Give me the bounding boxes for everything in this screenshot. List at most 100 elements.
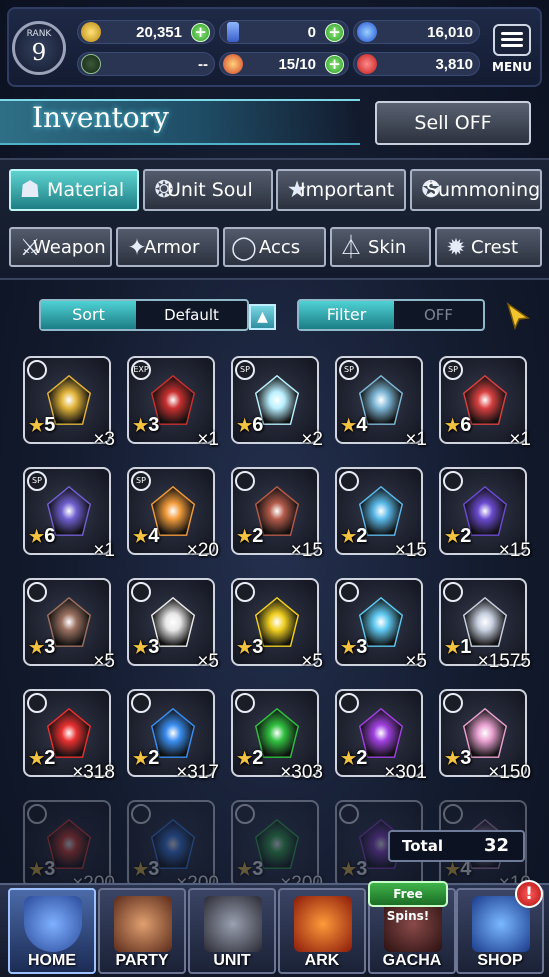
- item-type-badge: [339, 693, 359, 713]
- item-cell[interactable]: SP ★6 ×1: [439, 356, 531, 456]
- rarity-value: 2: [356, 747, 368, 769]
- item-type-badge: [235, 693, 255, 713]
- item-type-badge: [27, 582, 47, 602]
- rarity-value: 6: [460, 414, 472, 436]
- rarity-star-icon: ★: [237, 638, 253, 657]
- rarity-star-icon: ★: [133, 416, 149, 435]
- item-quantity: ×303: [280, 762, 323, 783]
- item-cell[interactable]: ★2 ×15: [335, 467, 427, 567]
- item-cell[interactable]: ★3 ×5: [23, 578, 115, 678]
- item-cell[interactable]: SP ★4 ×1: [335, 356, 427, 456]
- rarity-star-icon: ★: [445, 527, 461, 546]
- item-cell[interactable]: ★2 ×15: [231, 467, 323, 567]
- red-gem-counter: 3,810: [353, 52, 480, 76]
- nav-home[interactable]: HOME: [8, 888, 96, 974]
- item-cell[interactable]: ★1 ×1575: [439, 578, 531, 678]
- filter-value: OFF: [423, 306, 454, 324]
- item-quantity: ×20: [186, 540, 219, 561]
- total-value: 32: [483, 835, 509, 856]
- item-cell[interactable]: EXP ★3 ×1: [127, 356, 219, 456]
- tab-crest[interactable]: ✹ Crest: [435, 227, 542, 267]
- home-crest-icon: [24, 896, 82, 952]
- rank-badge[interactable]: RANK 9: [12, 21, 66, 75]
- item-cell[interactable]: SP ★4 ×20: [127, 467, 219, 567]
- filter-control[interactable]: Filter OFF: [297, 299, 485, 331]
- item-cell[interactable]: ★2 ×318: [23, 689, 115, 789]
- item-cell[interactable]: ★3 ×5: [127, 578, 219, 678]
- item-quantity: ×1: [197, 429, 219, 450]
- hanger-icon: ⏃: [339, 235, 363, 261]
- stamina-icon: [223, 54, 243, 74]
- item-cell[interactable]: ★2 ×317: [127, 689, 219, 789]
- sell-toggle-button[interactable]: Sell OFF: [375, 101, 531, 145]
- red-gem-icon: [357, 54, 377, 74]
- add-gold-button[interactable]: +: [191, 23, 210, 42]
- rarity-star-icon: ★: [237, 527, 253, 546]
- rarity-value: 1: [460, 636, 472, 658]
- rarity-star-icon: ★: [29, 749, 45, 768]
- rarity-star-icon: ★: [445, 749, 461, 768]
- rarity-value: 2: [252, 747, 264, 769]
- tab-skin[interactable]: ⏃ Skin: [330, 227, 431, 267]
- sort-direction-button[interactable]: ▲: [249, 304, 276, 330]
- item-cell[interactable]: ★2 ×303: [231, 689, 323, 789]
- item-cell[interactable]: ★3 ×5: [335, 578, 427, 678]
- rarity-star-icon: ★: [133, 638, 149, 657]
- rarity-value: 2: [148, 747, 160, 769]
- crest-icon: ✹: [446, 235, 466, 261]
- tab-armor[interactable]: ✦ Armor: [116, 227, 219, 267]
- rarity-value: 2: [252, 525, 264, 547]
- item-rarity: ★6: [29, 525, 55, 548]
- rarity-star-icon: ★: [445, 638, 461, 657]
- tab-unit-soul[interactable]: ❂ Unit Soul: [143, 169, 273, 211]
- crystal-value: 0: [307, 24, 316, 41]
- nav-unit[interactable]: UNIT: [188, 888, 276, 974]
- gold-counter: 20,351 +: [77, 20, 215, 44]
- item-quantity: ×317: [176, 762, 219, 783]
- rarity-value: 3: [44, 636, 56, 658]
- rarity-star-icon: ★: [29, 527, 45, 546]
- tab-weapon[interactable]: ⚔ Weapon: [9, 227, 112, 267]
- menu-label[interactable]: MENU: [489, 60, 535, 74]
- tab-summoning[interactable]: ✪ Summoning: [410, 169, 542, 211]
- stamina-value: 15/10: [278, 56, 316, 73]
- stamina-counter: 15/10 +: [219, 52, 349, 76]
- item-rarity: ★3: [341, 636, 367, 659]
- item-cell[interactable]: ★5 ×3: [23, 356, 115, 456]
- item-rarity: ★3: [237, 636, 263, 659]
- item-cell[interactable]: SP ★6 ×2: [231, 356, 323, 456]
- item-rarity: ★3: [237, 858, 263, 881]
- item-rarity: ★3: [133, 636, 159, 659]
- nav-label: SHOP: [477, 952, 523, 969]
- item-cell[interactable]: ★3 ×5: [231, 578, 323, 678]
- item-cell[interactable]: ★2 ×301: [335, 689, 427, 789]
- add-stamina-button[interactable]: +: [325, 55, 344, 74]
- tab-material[interactable]: ☗ Material: [9, 169, 139, 211]
- rarity-value: 3: [44, 858, 56, 880]
- nav-ark[interactable]: ARK: [278, 888, 366, 974]
- rarity-value: 2: [460, 525, 472, 547]
- rank-label: RANK: [26, 29, 52, 39]
- total-count: Total 32: [388, 830, 525, 862]
- rarity-star-icon: ★: [133, 749, 149, 768]
- crystal-icon: [227, 22, 239, 42]
- item-rarity: ★2: [237, 747, 263, 770]
- item-type-badge: SP: [443, 360, 463, 380]
- item-rarity: ★4: [341, 414, 367, 437]
- sort-control[interactable]: Sort Default: [39, 299, 249, 331]
- menu-button[interactable]: [493, 24, 531, 56]
- rarity-value: 6: [252, 414, 264, 436]
- sort-value: Default: [164, 306, 219, 324]
- item-rarity: ★2: [133, 747, 159, 770]
- nav-label: GACHA: [382, 952, 442, 969]
- rarity-star-icon: ★: [445, 860, 461, 879]
- tab-accs[interactable]: ◯ Accs: [223, 227, 326, 267]
- item-type-badge: [443, 804, 463, 824]
- item-cell[interactable]: SP ★6 ×1: [23, 467, 115, 567]
- add-crystal-button[interactable]: +: [325, 23, 344, 42]
- nav-party[interactable]: PARTY: [98, 888, 186, 974]
- item-type-badge: SP: [339, 360, 359, 380]
- item-cell[interactable]: ★3 ×150: [439, 689, 531, 789]
- tab-important[interactable]: ★ Important: [276, 169, 406, 211]
- item-cell[interactable]: ★2 ×15: [439, 467, 531, 567]
